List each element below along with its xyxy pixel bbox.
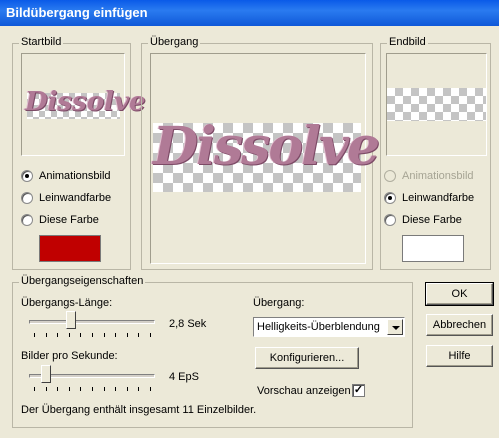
slider-tick [46,387,47,391]
start-image-group: Startbild Dissolve Animationsbild Leinwa… [12,36,146,270]
start-option-color-radio[interactable] [21,214,33,226]
transition-type-label: Übergang: [253,297,305,309]
slider-tick [138,387,139,391]
slider-tick [92,333,93,337]
transition-preview-text: Dissolve [153,116,380,177]
start-option-color[interactable]: Diese Farbe [21,213,129,229]
cancel-button[interactable]: Abbrechen [426,314,493,336]
radio-dot-icon [25,174,29,178]
start-option-canvas-radio[interactable] [21,192,33,204]
end-option-color-radio[interactable] [384,214,396,226]
end-option-canvas-radio[interactable] [384,192,396,204]
end-image-legend: Endbild [387,36,428,48]
transition-length-track [29,320,155,324]
start-image-preview: Dissolve [21,53,146,156]
transition-type-dropdown[interactable]: Helligkeits-Überblendung [253,317,405,337]
fps-label: Bilder pro Sekunde: [21,350,118,362]
fps-thumb[interactable] [41,365,51,383]
ok-button[interactable]: OK [425,282,494,306]
transition-length-value: 2,8 Sek [169,318,207,330]
show-preview-checkbox[interactable]: ✓ [352,384,365,397]
end-option-animation-label: Animationsbild [402,170,474,182]
transition-preview: Dissolve [150,53,380,264]
start-option-color-label: Diese Farbe [39,214,99,226]
slider-tick [150,333,151,337]
slider-tick [138,333,139,337]
slider-tick [115,333,116,337]
end-option-color[interactable]: Diese Farbe [384,213,489,229]
configure-button[interactable]: Konfigurieren... [255,347,359,369]
title-bar[interactable]: Bildübergang einfügen [0,0,499,26]
slider-tick [127,333,128,337]
slider-tick [104,387,105,391]
start-option-canvas[interactable]: Leinwandfarbe [21,191,129,207]
slider-tick [104,333,105,337]
slider-tick [57,387,58,391]
slider-tick [92,387,93,391]
slider-tick [127,387,128,391]
slider-tick [57,333,58,337]
start-option-animation[interactable]: Animationsbild [21,169,129,185]
transition-type-value: Helligkeits-Überblendung [257,321,380,333]
start-option-animation-label: Animationsbild [39,170,111,182]
end-image-group: Endbild Animationsbild Leinwandfarbe Die… [380,36,491,270]
show-preview-label: Vorschau anzeigen [257,385,351,397]
end-option-animation: Animationsbild [384,169,489,185]
help-button[interactable]: Hilfe [426,345,493,367]
end-option-color-label: Diese Farbe [402,214,462,226]
start-color-swatch[interactable] [39,235,101,262]
transition-length-thumb[interactable] [66,311,76,329]
slider-tick [34,387,35,391]
slider-tick [80,387,81,391]
chevron-down-icon[interactable] [387,319,403,335]
transition-properties-legend: Übergangseigenschaften [19,275,146,287]
end-image-preview [386,53,487,156]
slider-tick [115,387,116,391]
slider-tick [34,333,35,337]
start-option-canvas-label: Leinwandfarbe [39,192,112,204]
end-option-canvas[interactable]: Leinwandfarbe [384,191,489,207]
start-image-legend: Startbild [19,36,64,48]
fps-slider[interactable] [29,365,155,393]
dialog-window: Bildübergang einfügen Startbild Dissolve… [0,0,499,438]
frame-count-info: Der Übergang enthält insgesamt 11 Einzel… [21,404,257,416]
end-color-swatch[interactable] [402,235,464,262]
fps-value: 4 EpS [169,371,199,383]
checkmark-icon: ✓ [353,384,364,396]
end-checker-strip [387,88,486,121]
transition-length-slider[interactable] [29,311,155,339]
start-option-animation-radio[interactable] [21,170,33,182]
slider-tick [46,333,47,337]
end-option-canvas-label: Leinwandfarbe [402,192,475,204]
slider-tick [69,333,70,337]
end-option-animation-radio [384,170,396,182]
start-preview-text: Dissolve [25,87,146,117]
transition-preview-legend: Übergang [148,36,201,48]
transition-length-label: Übergangs-Länge: [21,297,113,309]
slider-tick [80,333,81,337]
slider-tick [150,387,151,391]
radio-dot-icon [388,196,392,200]
slider-tick [69,387,70,391]
transition-properties-group: Übergangseigenschaften Übergangs-Länge: … [12,275,413,428]
transition-preview-group: Übergang Dissolve [141,36,380,270]
window-title: Bildübergang einfügen [6,5,148,20]
